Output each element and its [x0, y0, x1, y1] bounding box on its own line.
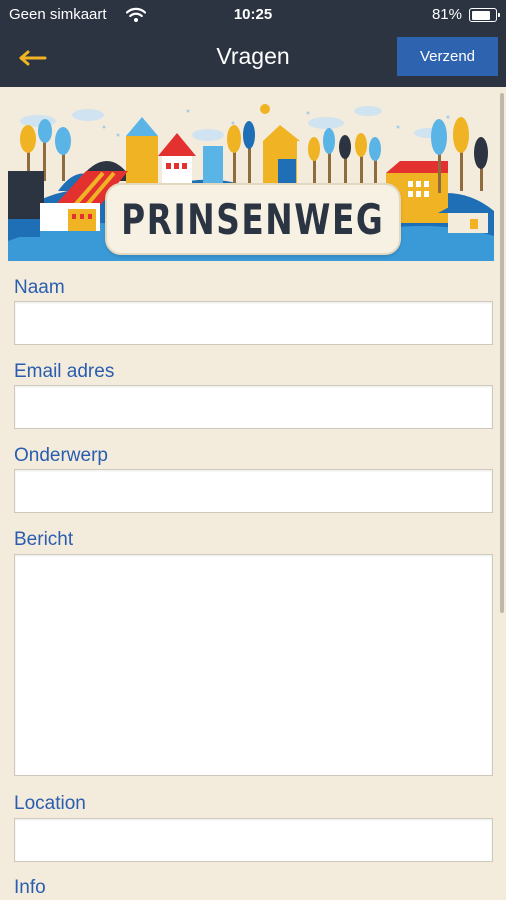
battery-icon — [469, 8, 500, 22]
nav-bar: Vragen Verzend — [0, 30, 506, 87]
clock: 10:25 — [233, 6, 273, 23]
location-input[interactable] — [14, 818, 493, 862]
name-input[interactable] — [14, 301, 493, 345]
info-label: Info — [14, 877, 46, 898]
logo-text: PRINSENWEG — [121, 194, 385, 244]
email-label: Email adres — [14, 361, 115, 382]
name-label: Naam — [14, 277, 65, 298]
form-scroll-area[interactable]: PRINSENWEG Naam Email adres Onderwerp Be… — [0, 87, 506, 900]
email-input[interactable] — [14, 385, 493, 429]
subject-label: Onderwerp — [14, 445, 108, 466]
location-label: Location — [14, 793, 86, 814]
scrollbar[interactable] — [500, 93, 504, 613]
status-bar: Geen simkaart 10:25 81% — [0, 0, 506, 30]
send-button[interactable]: Verzend — [397, 37, 498, 76]
logo: PRINSENWEG — [105, 183, 401, 255]
message-textarea[interactable] — [14, 554, 493, 776]
subject-input[interactable] — [14, 469, 493, 513]
battery-percentage: 81% — [431, 6, 462, 23]
message-label: Bericht — [14, 529, 74, 550]
